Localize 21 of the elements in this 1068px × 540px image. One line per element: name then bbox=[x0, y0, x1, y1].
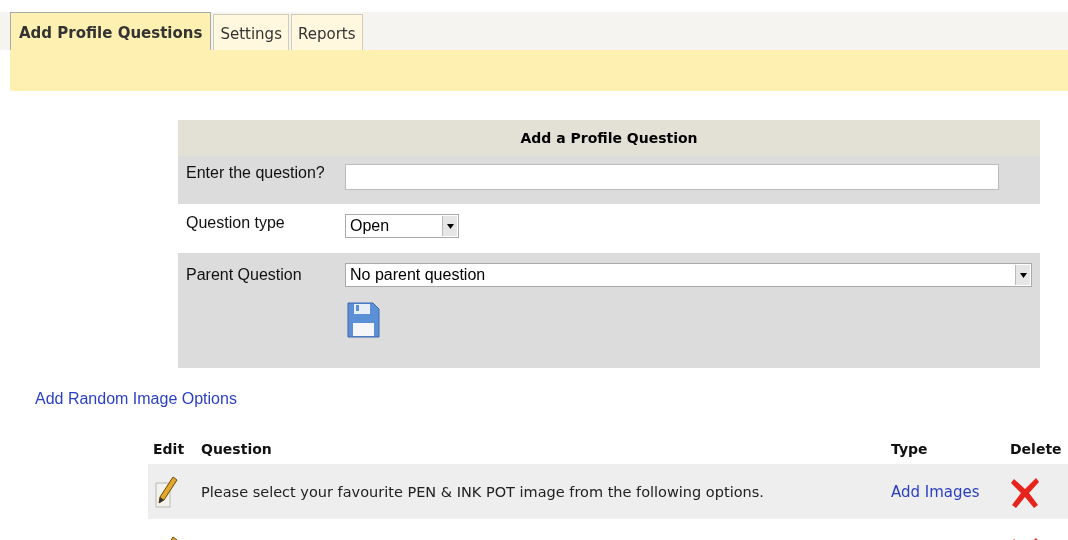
caret-icon bbox=[1019, 272, 1027, 278]
field-label: Parent Question bbox=[186, 266, 303, 284]
save-icon[interactable] bbox=[347, 302, 380, 338]
field-label: Question type bbox=[186, 214, 286, 232]
field-label: Enter the question? bbox=[186, 164, 326, 182]
question-field[interactable] bbox=[345, 164, 999, 190]
tab[interactable]: Add Profile Questions bbox=[10, 12, 212, 50]
add-images-link[interactable]: Add Images bbox=[891, 482, 980, 501]
column-header: Edit bbox=[152, 441, 186, 457]
caret-icon bbox=[446, 223, 454, 229]
tab[interactable]: Settings bbox=[213, 14, 289, 50]
parent-question-select[interactable]: No parent question bbox=[345, 263, 1032, 287]
form-title: Add a Profile Question bbox=[178, 120, 1040, 156]
column-header: Delete bbox=[1010, 441, 1063, 457]
question-text: Please select your favourite PEN & INK POT image from the following options. bbox=[201, 483, 764, 500]
column-header: Type bbox=[891, 441, 929, 457]
add-random-image-options-link[interactable]: Add Random Image Options bbox=[35, 390, 237, 408]
question-type-select[interactable]: Open bbox=[345, 214, 459, 238]
column-header: Question bbox=[201, 441, 273, 457]
tab[interactable]: Reports bbox=[290, 14, 363, 50]
pencil-icon[interactable] bbox=[153, 474, 179, 509]
